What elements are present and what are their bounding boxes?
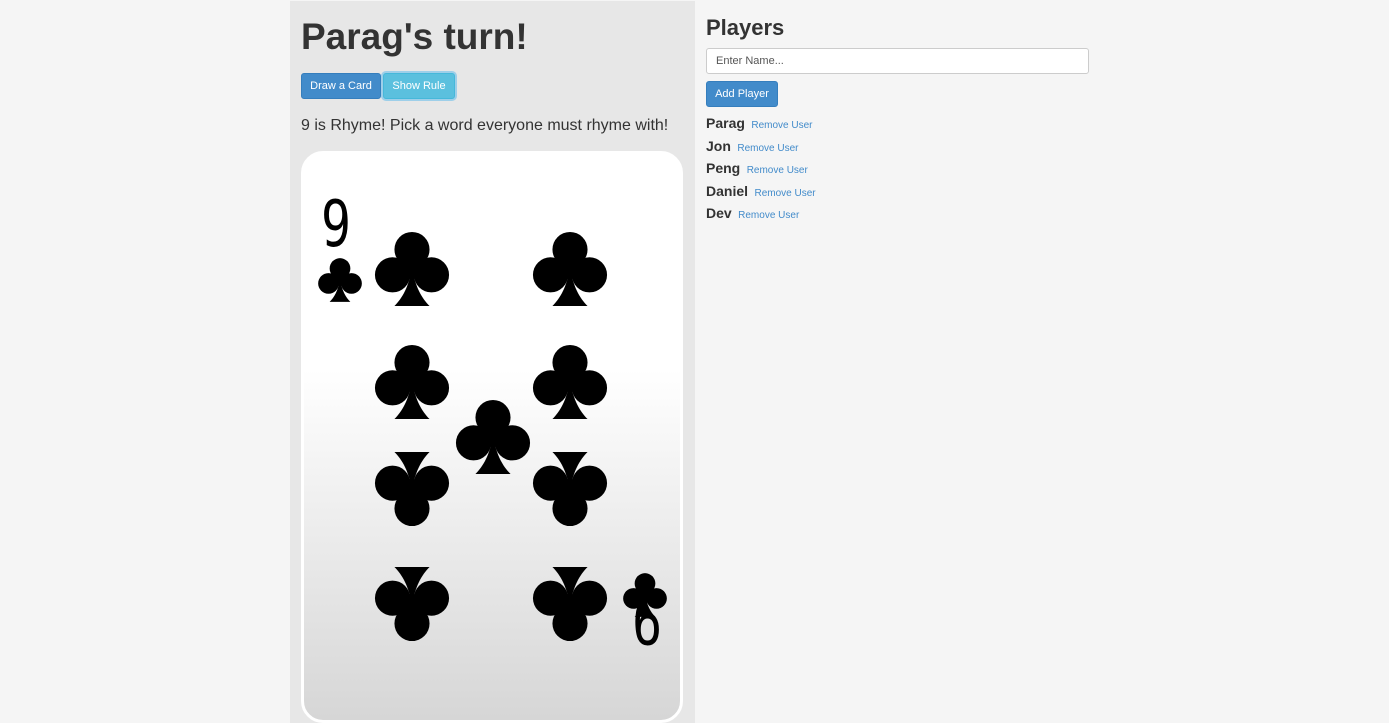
corner-club-icon-top <box>318 258 362 302</box>
club-icon <box>532 344 608 420</box>
game-panel: Parag's turn! Draw a Card Show Rule 9 is… <box>290 1 695 723</box>
player-name: Dev <box>706 205 732 221</box>
remove-user-link[interactable]: Remove User <box>754 188 815 199</box>
club-icon <box>374 231 450 307</box>
player-name-input[interactable] <box>706 48 1089 74</box>
rule-text: 9 is Rhyme! Pick a word everyone must rh… <box>301 117 669 134</box>
player-row: Daniel Remove User <box>706 182 816 205</box>
show-rule-button[interactable]: Show Rule <box>383 73 455 99</box>
remove-user-link[interactable]: Remove User <box>747 165 808 176</box>
remove-user-link[interactable]: Remove User <box>738 210 799 221</box>
player-name: Jon <box>706 137 731 154</box>
player-row: Parag Remove User <box>706 114 816 137</box>
club-icon <box>532 231 608 307</box>
card-rank-top: 9 <box>321 187 351 262</box>
player-row: Dev Remove User <box>706 204 816 227</box>
card-face: 9 9 <box>318 187 667 657</box>
draw-card-button[interactable]: Draw a Card <box>301 73 381 99</box>
add-player-button[interactable]: Add Player <box>706 81 778 107</box>
remove-user-link[interactable]: Remove User <box>751 120 812 131</box>
player-name: Daniel <box>706 182 749 199</box>
club-icon <box>532 451 608 527</box>
club-icon <box>374 451 450 527</box>
player-name: Peng <box>706 160 741 176</box>
club-icon <box>455 399 531 475</box>
remove-user-link[interactable]: Remove User <box>737 143 798 154</box>
turn-title: Parag's turn! <box>301 16 528 57</box>
player-row: Peng Remove User <box>706 159 816 182</box>
player-name: Parag <box>706 115 745 131</box>
player-list: Parag Remove User Jon Remove User Peng R… <box>706 114 816 227</box>
club-icon <box>532 566 608 642</box>
players-heading: Players <box>706 15 785 40</box>
club-icon <box>374 344 450 420</box>
playing-card: 9 9 <box>301 151 683 723</box>
club-icon <box>374 566 450 642</box>
player-row: Jon Remove User <box>706 137 816 160</box>
